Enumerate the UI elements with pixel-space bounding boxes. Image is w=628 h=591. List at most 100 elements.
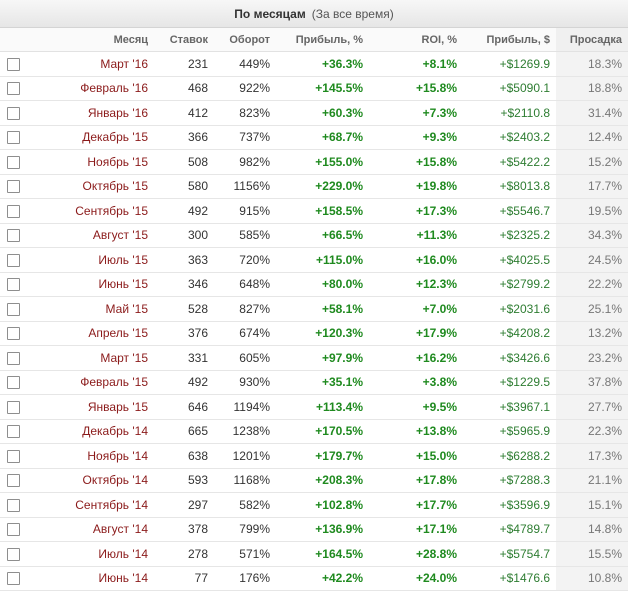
header-drawdown[interactable]: Просадка bbox=[556, 28, 628, 52]
row-select-cell bbox=[0, 223, 28, 248]
monthly-stats-table: Месяц Ставок Оборот Прибыль, % ROI, % Пр… bbox=[0, 28, 628, 591]
roi-cell: +15.0% bbox=[369, 443, 463, 469]
row-select-checkbox[interactable] bbox=[7, 57, 20, 71]
profit-usd-cell: +$2403.2 bbox=[463, 125, 556, 150]
header-month[interactable]: Месяц bbox=[28, 28, 154, 52]
profit-pct-cell: +60.3% bbox=[276, 100, 369, 126]
table-row: Март '15 331 605% +97.9% +16.2% +$3426.6 23.2% bbox=[0, 345, 628, 371]
header-turnover[interactable]: Оборот bbox=[214, 28, 276, 52]
row-select-checkbox[interactable] bbox=[7, 278, 20, 292]
table-row: Апрель '15 376 674% +120.3% +17.9% +$4208.2 13… bbox=[0, 321, 628, 346]
profit-usd-cell: +$8013.8 bbox=[463, 174, 556, 199]
bets-cell: 278 bbox=[154, 541, 214, 567]
table-row: Декабрь '15 366 737% +68.7% +9.3% +$2403.2 12.… bbox=[0, 125, 628, 150]
roi-cell: +9.5% bbox=[369, 394, 463, 420]
row-select-checkbox[interactable] bbox=[7, 425, 20, 439]
row-select-checkbox[interactable] bbox=[7, 376, 20, 390]
row-select-cell bbox=[0, 370, 28, 395]
row-select-checkbox[interactable] bbox=[7, 229, 20, 243]
header-profit-pct[interactable]: Прибыль, % bbox=[276, 28, 369, 52]
row-select-checkbox[interactable] bbox=[7, 474, 20, 488]
row-select-checkbox[interactable] bbox=[7, 253, 20, 267]
row-select-cell bbox=[0, 296, 28, 322]
turnover-cell: 823% bbox=[214, 100, 276, 126]
table-row: Октябрь '14 593 1168% +208.3% +17.8% +$7288.3… bbox=[0, 468, 628, 493]
row-select-cell bbox=[0, 517, 28, 542]
profit-pct-cell: +170.5% bbox=[276, 419, 369, 444]
bets-cell: 297 bbox=[154, 492, 214, 518]
month-cell: Октябрь '14 bbox=[28, 468, 154, 493]
row-select-checkbox[interactable] bbox=[7, 204, 20, 218]
row-select-checkbox[interactable] bbox=[7, 82, 20, 96]
drawdown-cell: 15.5% bbox=[556, 541, 628, 567]
roi-cell: +17.8% bbox=[369, 468, 463, 493]
bets-cell: 346 bbox=[154, 272, 214, 297]
header-row: Месяц Ставок Оборот Прибыль, % ROI, % Пр… bbox=[0, 28, 628, 52]
row-select-cell bbox=[0, 394, 28, 420]
row-select-checkbox[interactable] bbox=[7, 547, 20, 561]
month-cell: Май '15 bbox=[28, 296, 154, 322]
bets-cell: 331 bbox=[154, 345, 214, 371]
profit-pct-cell: +113.4% bbox=[276, 394, 369, 420]
row-select-checkbox[interactable] bbox=[7, 400, 20, 414]
row-select-cell bbox=[0, 51, 28, 77]
bets-cell: 528 bbox=[154, 296, 214, 322]
profit-usd-cell: +$5422.2 bbox=[463, 149, 556, 175]
drawdown-cell: 22.3% bbox=[556, 419, 628, 444]
profit-pct-cell: +164.5% bbox=[276, 541, 369, 567]
bets-cell: 231 bbox=[154, 51, 214, 77]
turnover-cell: 799% bbox=[214, 517, 276, 542]
table-body: Март '16 231 449% +36.3% +8.1% +$1269.9 18.3% Ф… bbox=[0, 51, 628, 591]
month-cell: Ноябрь '14 bbox=[28, 443, 154, 469]
turnover-cell: 585% bbox=[214, 223, 276, 248]
roi-cell: +7.3% bbox=[369, 100, 463, 126]
profit-usd-cell: +$4025.5 bbox=[463, 247, 556, 273]
month-cell: Март '16 bbox=[28, 51, 154, 77]
month-cell: Декабрь '14 bbox=[28, 419, 154, 444]
profit-pct-cell: +66.5% bbox=[276, 223, 369, 248]
profit-pct-cell: +115.0% bbox=[276, 247, 369, 273]
row-select-checkbox[interactable] bbox=[7, 498, 20, 512]
roi-cell: +16.2% bbox=[369, 345, 463, 371]
profit-usd-cell: +$2031.6 bbox=[463, 296, 556, 322]
row-select-checkbox[interactable] bbox=[7, 302, 20, 316]
table-title-bar: По месяцам (За все время) bbox=[0, 0, 628, 28]
table-row: Август '15 300 585% +66.5% +11.3% +$2325.2 34.… bbox=[0, 223, 628, 248]
turnover-cell: 922% bbox=[214, 76, 276, 101]
drawdown-cell: 14.8% bbox=[556, 517, 628, 542]
header-profit-usd[interactable]: Прибыль, $ bbox=[463, 28, 556, 52]
drawdown-cell: 22.2% bbox=[556, 272, 628, 297]
row-select-checkbox[interactable] bbox=[7, 106, 20, 120]
row-select-cell bbox=[0, 419, 28, 444]
row-select-checkbox[interactable] bbox=[7, 351, 20, 365]
row-select-checkbox[interactable] bbox=[7, 449, 20, 463]
roi-cell: +17.3% bbox=[369, 198, 463, 224]
month-cell: Апрель '15 bbox=[28, 321, 154, 346]
row-select-checkbox[interactable] bbox=[7, 523, 20, 537]
drawdown-cell: 18.8% bbox=[556, 76, 628, 101]
turnover-cell: 982% bbox=[214, 149, 276, 175]
month-cell: Сентябрь '15 bbox=[28, 198, 154, 224]
month-cell: Январь '15 bbox=[28, 394, 154, 420]
row-select-checkbox[interactable] bbox=[7, 572, 20, 586]
profit-pct-cell: +145.5% bbox=[276, 76, 369, 101]
profit-usd-cell: +$2325.2 bbox=[463, 223, 556, 248]
profit-usd-cell: +$4789.7 bbox=[463, 517, 556, 542]
row-select-checkbox[interactable] bbox=[7, 327, 20, 341]
row-select-cell bbox=[0, 321, 28, 346]
month-cell: Октябрь '15 bbox=[28, 174, 154, 199]
table-row: Июнь '15 346 648% +80.0% +12.3% +$2799.2 22.2% bbox=[0, 272, 628, 297]
row-select-checkbox[interactable] bbox=[7, 155, 20, 169]
header-bets[interactable]: Ставок bbox=[154, 28, 214, 52]
row-select-checkbox[interactable] bbox=[7, 131, 20, 145]
profit-usd-cell: +$7288.3 bbox=[463, 468, 556, 493]
row-select-checkbox[interactable] bbox=[7, 180, 20, 194]
turnover-cell: 915% bbox=[214, 198, 276, 224]
header-roi[interactable]: ROI, % bbox=[369, 28, 463, 52]
profit-pct-cell: +155.0% bbox=[276, 149, 369, 175]
roi-cell: +12.3% bbox=[369, 272, 463, 297]
profit-usd-cell: +$3596.9 bbox=[463, 492, 556, 518]
drawdown-cell: 31.4% bbox=[556, 100, 628, 126]
table-row: Ноябрь '15 508 982% +155.0% +15.8% +$5422.2 15… bbox=[0, 149, 628, 175]
profit-usd-cell: +$1269.9 bbox=[463, 51, 556, 77]
